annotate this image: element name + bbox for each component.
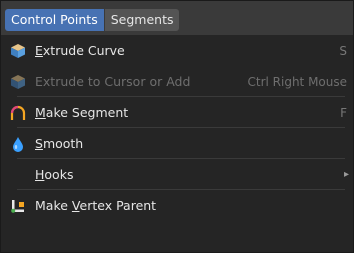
extrude-icon [1,35,35,66]
make-segment-label: Make Segment [35,105,129,120]
menu-item-make-segment[interactable]: Make Segment F [1,97,353,128]
extrude-curve-label: Extrude Curve [35,43,125,58]
tab-segments[interactable]: Segments [104,9,180,31]
empty-icon-slot [1,159,35,190]
droplet-icon [1,128,35,159]
menu-item-make-vertex-parent[interactable]: Make Vertex Parent [1,190,353,221]
curve-context-menu: Control Points Segments Extrude Curve S [0,0,354,253]
submenu-arrow-icon: ▸ [343,169,349,180]
extrude-icon [1,66,35,97]
menu-header: Control Points Segments [1,1,353,35]
extrude-to-cursor-label: Extrude to Cursor or Add [35,74,191,89]
menu-item-smooth[interactable]: Smooth [1,128,353,159]
hooks-label: Hooks [35,167,74,182]
extrude-curve-shortcut: S [339,43,347,58]
make-vertex-parent-label: Make Vertex Parent [35,198,157,213]
menu-items: Extrude Curve S Extrude to Cursor or Add… [1,35,353,221]
smooth-label: Smooth [35,136,84,151]
make-segment-shortcut: F [340,105,347,120]
tab-control-points[interactable]: Control Points [5,9,104,31]
tab-row: Control Points Segments [5,9,180,31]
extrude-to-cursor-shortcut: Ctrl Right Mouse [247,74,347,89]
menu-item-extrude-curve[interactable]: Extrude Curve S [1,35,353,66]
vertex-parent-icon [1,190,35,221]
menu-item-hooks[interactable]: Hooks ▸ [1,159,353,190]
menu-item-extrude-to-cursor[interactable]: Extrude to Cursor or Add Ctrl Right Mous… [1,66,353,97]
curve-arc-icon [1,97,35,128]
